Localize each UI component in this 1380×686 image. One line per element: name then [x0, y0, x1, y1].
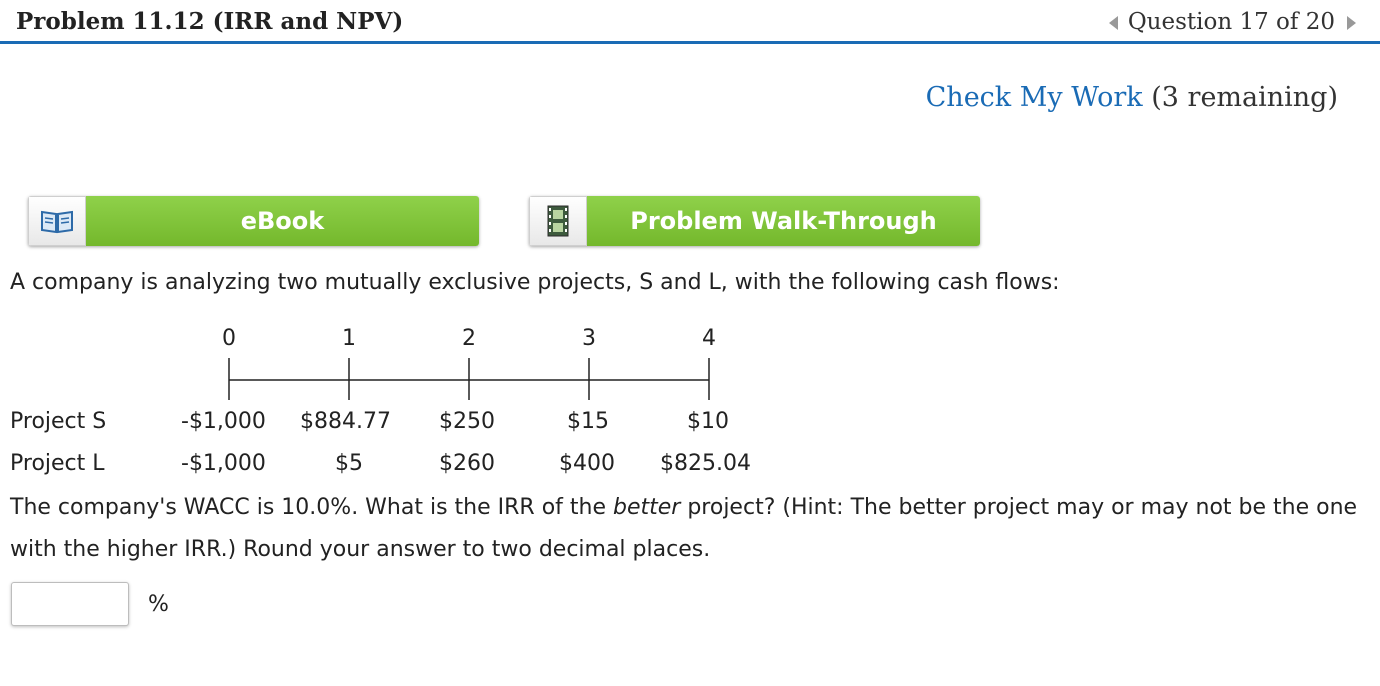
ebook-button[interactable]: eBook [28, 196, 479, 246]
project-l-cf-4: $825.04 [660, 451, 751, 476]
question-counter: Question 17 of 20 [1127, 9, 1335, 35]
problem-walkthrough-button[interactable]: Problem Walk-Through [529, 196, 980, 246]
question-emphasis: better [613, 495, 681, 520]
period-label-0: 0 [222, 326, 236, 351]
previous-question-icon[interactable] [1108, 16, 1118, 30]
period-label-4: 4 [702, 326, 716, 351]
project-s-cf-2: $250 [439, 409, 495, 434]
ebook-label: eBook [86, 196, 479, 246]
irr-answer-input[interactable] [11, 582, 129, 626]
project-s-label: Project S [10, 409, 107, 434]
book-icon [28, 196, 86, 246]
period-label-2: 2 [462, 326, 476, 351]
project-l-cf-0: -$1,000 [181, 451, 266, 476]
film-strip-icon [529, 196, 587, 246]
question-text: The company's WACC is 10.0%. What is the… [10, 487, 1375, 571]
percent-unit: % [148, 592, 169, 617]
problem-intro: A company is analyzing two mutually excl… [10, 270, 1060, 295]
check-my-work-link[interactable]: Check My Work [926, 82, 1143, 113]
project-s-cf-0: -$1,000 [181, 409, 266, 434]
project-l-cf-1: $5 [335, 451, 363, 476]
check-my-work-line: Check My Work (3 remaining) [926, 82, 1338, 113]
period-label-1: 1 [342, 326, 356, 351]
project-s-cf-4: $10 [687, 409, 729, 434]
project-s-cf-3: $15 [567, 409, 609, 434]
period-label-3: 3 [582, 326, 596, 351]
problem-title: Problem 11.12 (IRR and NPV) [16, 8, 404, 35]
question-text-part1: The company's WACC is 10.0%. What is the… [10, 495, 613, 520]
question-navigation: Question 17 of 20 [1108, 9, 1356, 35]
project-s-cf-1: $884.77 [300, 409, 391, 434]
cash-flow-timeline [228, 358, 710, 400]
problem-walkthrough-label: Problem Walk-Through [587, 196, 980, 246]
next-question-icon[interactable] [1347, 16, 1356, 30]
project-l-cf-3: $400 [559, 451, 615, 476]
header-bar: Problem 11.12 (IRR and NPV) Question 17 … [0, 0, 1380, 44]
project-l-label: Project L [10, 451, 105, 476]
remaining-attempts: (3 remaining) [1151, 82, 1338, 113]
project-l-cf-2: $260 [439, 451, 495, 476]
